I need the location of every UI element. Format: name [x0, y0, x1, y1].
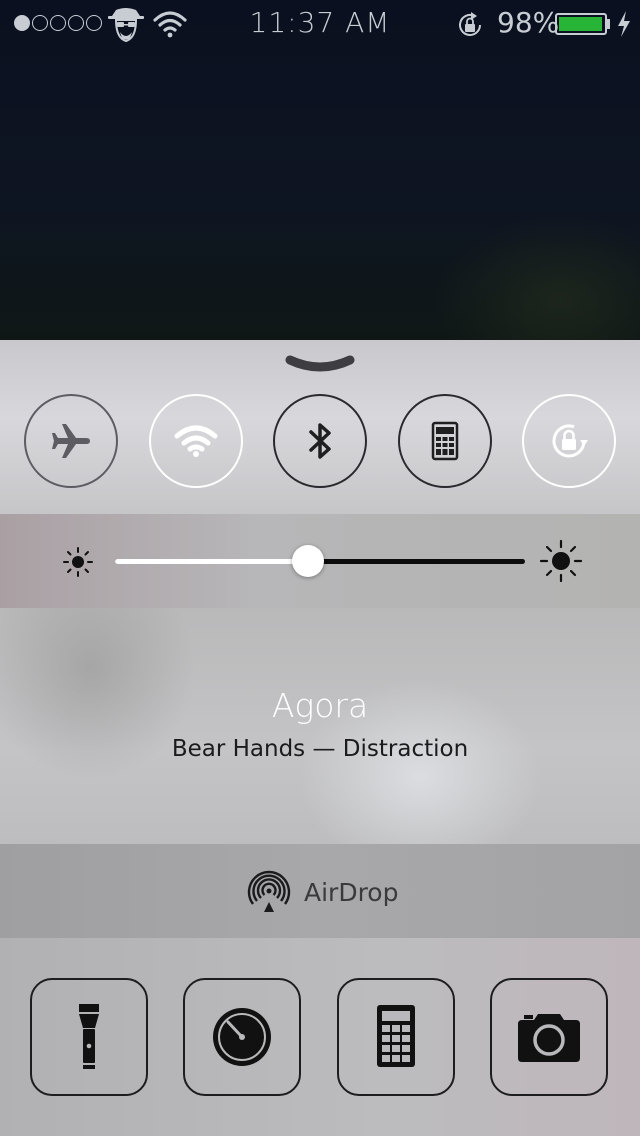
- battery-nub: [607, 19, 610, 29]
- airdrop-label: AirDrop: [304, 877, 399, 907]
- chevron-down-icon[interactable]: [284, 354, 356, 376]
- calculator-icon: [431, 421, 459, 461]
- airplane-mode-toggle[interactable]: [24, 394, 118, 488]
- airdrop-icon: [247, 870, 291, 912]
- calculator-button[interactable]: [337, 978, 455, 1096]
- rotation-lock-toggle[interactable]: [522, 394, 616, 488]
- now-playing-title[interactable]: Agora: [0, 686, 640, 725]
- brightness-slider[interactable]: [115, 545, 525, 577]
- status-bar: 11:37 AM 98%: [0, 0, 640, 48]
- bluetooth-icon: [309, 423, 331, 459]
- quick-launch-section: [0, 938, 640, 1136]
- rotation-lock-icon: [552, 424, 588, 458]
- wifi-icon: [174, 425, 218, 457]
- wifi-toggle[interactable]: [149, 394, 243, 488]
- brightness-low-icon: [63, 547, 93, 577]
- battery-icon: [555, 13, 607, 35]
- flashlight-icon: [79, 1004, 99, 1069]
- calculator-toggle[interactable]: [398, 394, 492, 488]
- flashlight-button[interactable]: [30, 978, 148, 1096]
- brightness-high-icon: [539, 539, 583, 583]
- bluetooth-toggle[interactable]: [273, 394, 367, 488]
- battery-level-fill: [559, 17, 603, 31]
- charging-bolt-icon: [618, 11, 630, 37]
- now-playing-section: Agora Bear Hands — Distraction: [0, 608, 640, 844]
- battery-percent: 98%: [497, 6, 560, 39]
- airdrop-section: AirDrop: [0, 844, 640, 938]
- airplane-icon: [52, 424, 90, 458]
- timer-button[interactable]: [183, 978, 301, 1096]
- toggles-section: [0, 340, 640, 514]
- wallpaper: [0, 0, 640, 340]
- timer-icon: [213, 1008, 271, 1066]
- brightness-slider-thumb[interactable]: [291, 545, 324, 577]
- brightness-slider-fill: [115, 559, 308, 564]
- camera-icon: [518, 1014, 580, 1062]
- camera-button[interactable]: [490, 978, 608, 1096]
- now-playing-artist-track[interactable]: Bear Hands — Distraction: [0, 736, 640, 762]
- control-center: Agora Bear Hands — Distraction AirDrop: [0, 340, 640, 1136]
- rotation-lock-status-icon: [459, 12, 481, 36]
- brightness-section: [0, 514, 640, 608]
- airdrop-button[interactable]: AirDrop: [246, 870, 398, 914]
- calculator-icon: [377, 1005, 415, 1067]
